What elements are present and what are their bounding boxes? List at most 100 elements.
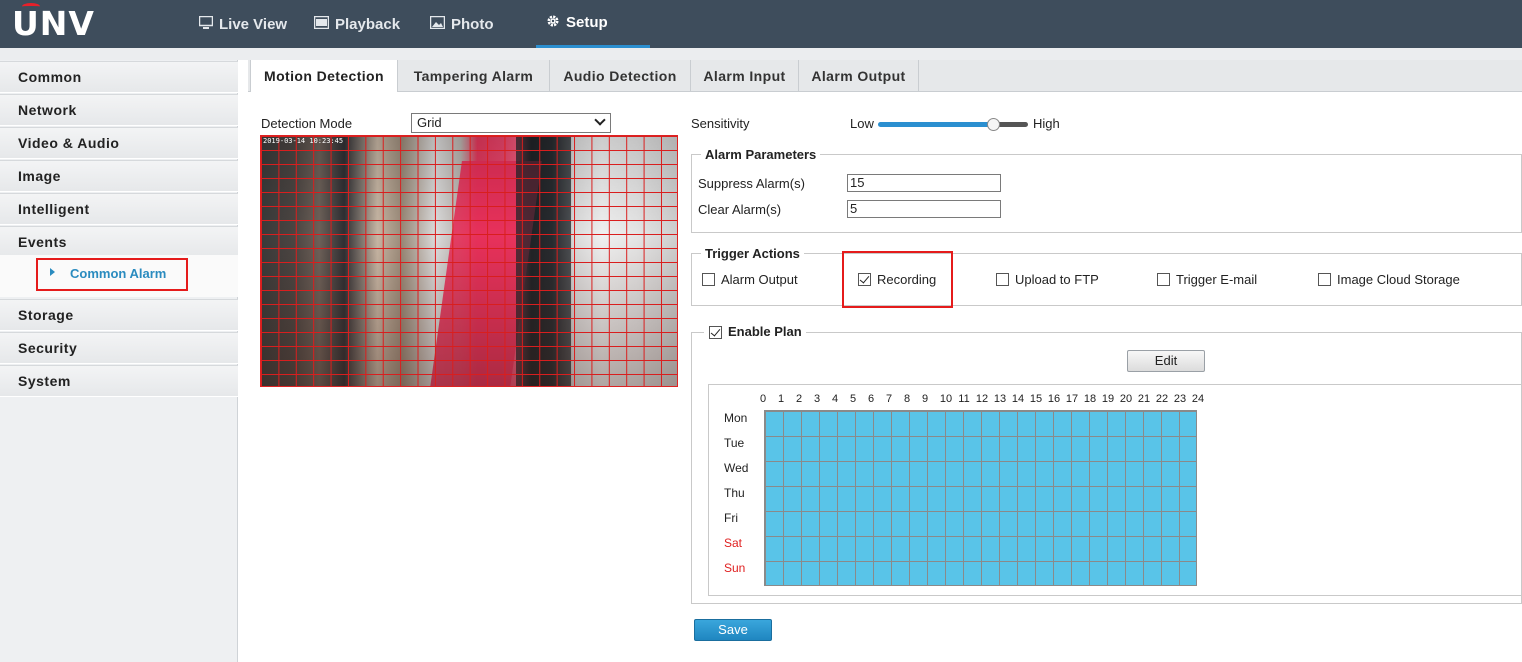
monitor-icon [198,15,214,32]
detection-mode-select[interactable]: Grid [411,113,611,133]
sidebar-item-intelligent[interactable]: Intelligent [0,193,238,225]
day-label-fri: Fri [724,511,738,525]
hour-label: 9 [921,393,929,405]
alarm-output-checkbox[interactable] [702,273,715,286]
arrow-right-icon [50,268,55,276]
image-cloud-storage-checkbox[interactable] [1318,273,1331,286]
image-cloud-storage-label: Image Cloud Storage [1337,272,1460,287]
hour-label: 8 [903,393,911,405]
recording-label: Recording [877,272,937,287]
hour-label: 17 [1065,393,1079,405]
hour-label: 10 [939,393,953,405]
hour-label: 4 [831,393,839,405]
hour-label: 21 [1137,393,1151,405]
nav-label: Photo [451,15,494,33]
recording-checkbox[interactable] [858,273,871,286]
sensitivity-low-label: Low [850,116,874,131]
hour-label: 23 [1173,393,1187,405]
sidebar-subitem-label: Common Alarm [70,266,167,281]
detection-mode-value: Grid [417,115,442,130]
nav-live-view[interactable]: Live View [198,0,288,48]
video-timestamp: 2019-03-14 10:23:45 [263,137,344,145]
nav-label: Playback [335,15,401,33]
upload-ftp-label: Upload to FTP [1015,272,1099,287]
hour-label: 22 [1155,393,1169,405]
top-navigation-bar: UNV Live View Playback Photo Setup [0,0,1522,48]
trigger-actions-legend: Trigger Actions [701,246,804,261]
suppress-alarm-input[interactable]: 15 [847,174,1001,192]
day-label-thu: Thu [724,486,745,500]
chevron-down-icon [594,114,606,126]
day-label-wed: Wed [724,461,749,475]
clear-alarm-input[interactable]: 5 [847,200,1001,218]
hour-label: 0 [759,393,767,405]
sensitivity-high-label: High [1033,116,1060,131]
sidebar-item-system[interactable]: System [0,365,238,397]
hour-label: 12 [975,393,989,405]
tab-bar: Motion Detection Tampering Alarm Audio D… [248,60,1522,93]
alarm-parameters-group [691,154,1522,233]
hour-label: 7 [885,393,893,405]
nav-label: Setup [566,14,608,31]
day-label-tue: Tue [724,436,745,450]
tab-motion-detection[interactable]: Motion Detection [250,60,398,93]
sensitivity-slider-handle[interactable] [987,118,1000,131]
header-divider [0,48,1522,60]
sensitivity-slider[interactable] [878,122,1028,127]
day-label-mon: Mon [724,411,748,425]
hour-label: 18 [1083,393,1097,405]
trigger-email-checkbox[interactable] [1157,273,1170,286]
nav-setup[interactable]: Setup [536,0,650,48]
hour-label: 5 [849,393,857,405]
hour-label: 20 [1119,393,1133,405]
sidebar-item-events[interactable]: Events [0,226,238,258]
hour-label: 24 [1191,393,1205,405]
hour-label: 11 [958,393,970,405]
sidebar-item-storage[interactable]: Storage [0,299,238,331]
sensitivity-label: Sensitivity [691,116,750,131]
trigger-email-label: Trigger E-mail [1176,272,1258,287]
upload-ftp-checkbox[interactable] [996,273,1009,286]
motion-grid-overlay[interactable] [261,136,677,386]
hour-label: 3 [813,393,821,405]
tab-tampering-alarm[interactable]: Tampering Alarm [398,60,550,92]
nav-label: Live View [219,15,288,33]
clear-alarm-label: Clear Alarm(s) [698,202,782,217]
weekly-schedule-grid[interactable] [764,410,1197,586]
hour-label: 16 [1047,393,1061,405]
hour-label: 6 [867,393,875,405]
tab-alarm-output[interactable]: Alarm Output [799,60,919,92]
sidebar-item-security[interactable]: Security [0,332,238,364]
enable-plan-checkbox[interactable] [709,326,722,339]
hour-label: 2 [795,393,803,405]
sidebar-item-image[interactable]: Image [0,160,238,192]
day-label-sat: Sat [724,536,743,550]
save-button[interactable]: Save [694,619,772,641]
hour-label: 14 [1011,393,1025,405]
hour-label: 19 [1101,393,1115,405]
hour-label: 13 [993,393,1007,405]
film-icon [313,15,330,32]
hour-label: 1 [777,393,785,405]
unv-logo: UNV [12,4,95,43]
nav-photo[interactable]: Photo [429,0,494,48]
gear-icon [546,14,560,31]
image-icon [429,15,446,32]
sidebar-item-video-audio[interactable]: Video & Audio [0,127,238,159]
nav-playback[interactable]: Playback [313,0,401,48]
sidebar-item-common[interactable]: Common [0,61,238,93]
alarm-parameters-legend: Alarm Parameters [701,147,821,162]
day-label-sun: Sun [724,561,746,575]
sidebar-item-network[interactable]: Network [0,94,238,126]
alarm-output-label: Alarm Output [721,272,798,287]
hour-label: 15 [1029,393,1043,405]
sidebar-subitem-common-alarm[interactable]: Common Alarm [0,255,238,297]
suppress-alarm-label: Suppress Alarm(s) [698,176,805,191]
logo-arc-icon [22,3,40,10]
detection-mode-label: Detection Mode [261,116,353,131]
motion-detection-video-grid[interactable]: 2019-03-14 10:23:45 [260,135,678,387]
edit-plan-button[interactable]: Edit [1127,350,1205,372]
tab-audio-detection[interactable]: Audio Detection [550,60,691,92]
tab-alarm-input[interactable]: Alarm Input [691,60,799,92]
sidebar: Common Network Video & Audio Image Intel… [0,60,238,662]
